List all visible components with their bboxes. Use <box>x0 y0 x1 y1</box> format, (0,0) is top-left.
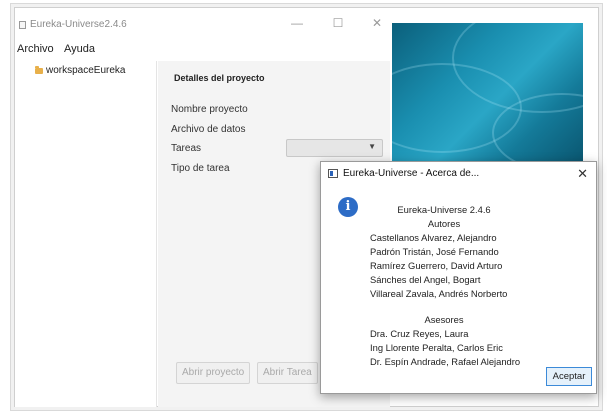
background-image <box>392 23 583 163</box>
about-authors-heading: Autores <box>427 218 461 229</box>
author-item: Sánches del Angel, Bogart <box>370 274 481 285</box>
info-icon: i <box>338 197 358 217</box>
window-titlebar[interactable]: Eureka-Universe2.4.6 — ☐ ✕ <box>15 8 390 42</box>
menu-archivo[interactable]: Archivo <box>17 43 54 55</box>
tareas-select[interactable]: ▼ <box>286 139 383 157</box>
maximize-button[interactable]: ☐ <box>326 16 350 30</box>
project-tree: workspaceEureka <box>15 61 157 407</box>
open-task-button[interactable]: Abrir Tarea <box>257 362 318 384</box>
label-archivo-datos: Archivo de datos <box>171 124 246 135</box>
chevron-down-icon: ▼ <box>368 142 376 151</box>
label-nombre-proyecto: Nombre proyecto <box>171 104 248 115</box>
tree-item-workspace[interactable]: workspaceEureka <box>35 65 125 76</box>
close-button[interactable]: ✕ <box>365 16 389 30</box>
author-item: Castellanos Alvarez, Alejandro <box>370 232 497 243</box>
advisor-item: Dra. Cruz Reyes, Laura <box>370 328 469 339</box>
dialog-title: Eureka-Universe - Acerca de... <box>343 168 480 179</box>
close-icon[interactable]: ✕ <box>577 166 588 182</box>
about-advisors-heading: Asesores <box>424 314 464 325</box>
menu-ayuda[interactable]: Ayuda <box>64 43 95 55</box>
author-item: Villareal Zavala, Andrés Norberto <box>370 288 508 299</box>
window-icon <box>328 169 338 178</box>
open-project-button[interactable]: Abrir proyecto <box>176 362 251 384</box>
label-tipo-tarea: Tipo de tarea <box>171 163 230 174</box>
minimize-button[interactable]: — <box>285 16 309 30</box>
about-dialog: Eureka-Universe - Acerca de... ✕ i Eurek… <box>320 161 597 394</box>
author-item: Ramírez Guerrero, David Arturo <box>370 260 503 271</box>
advisor-item: Ing Llorente Peralta, Carlos Eric <box>370 342 503 353</box>
accept-button[interactable]: Aceptar <box>546 367 592 386</box>
label-tareas: Tareas <box>171 143 202 154</box>
section-title: Detalles del proyecto <box>174 73 265 83</box>
dialog-titlebar[interactable]: Eureka-Universe - Acerca de... ✕ <box>321 162 596 186</box>
app-icon <box>19 21 26 29</box>
tree-item-label: workspaceEureka <box>46 65 126 76</box>
screenshot-frame: Eureka-Universe2.4.6 — ☐ ✕ Archivo Ayuda… <box>14 7 599 407</box>
window-title: Eureka-Universe2.4.6 <box>30 19 127 30</box>
menu-bar: Archivo Ayuda <box>15 42 390 58</box>
author-item: Padrón Tristán, José Fernando <box>370 246 499 257</box>
advisor-item: Dr. Espín Andrade, Rafael Alejandro <box>370 356 521 367</box>
folder-icon <box>35 65 43 74</box>
about-version: Eureka-Universe 2.4.6 <box>397 204 491 215</box>
